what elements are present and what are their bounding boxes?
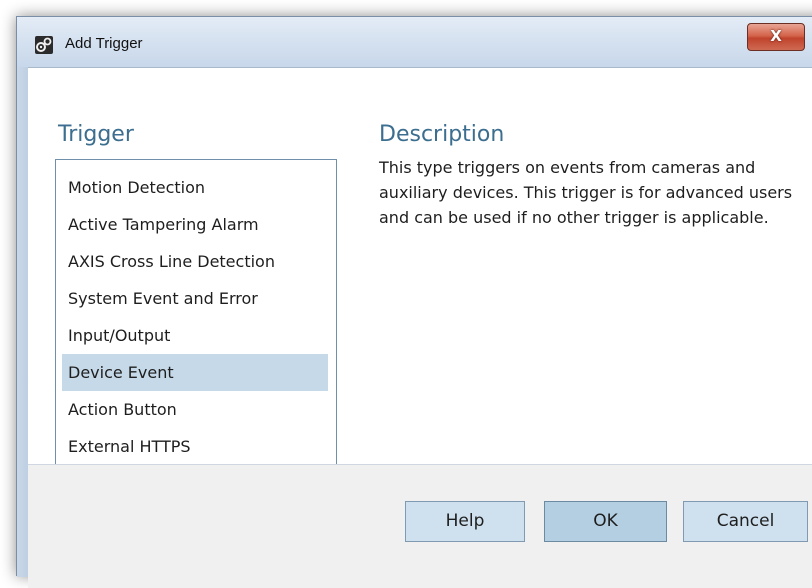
ok-button[interactable]: OK [544, 501, 667, 542]
trigger-list[interactable]: Motion Detection Active Tampering Alarm … [55, 159, 337, 475]
gears-icon [35, 36, 53, 54]
trigger-item-axis-cross-line-detection[interactable]: AXIS Cross Line Detection [56, 243, 336, 280]
trigger-item-system-event-and-error[interactable]: System Event and Error [56, 280, 336, 317]
dialog-content: Trigger Description Motion Detection Act… [28, 67, 812, 588]
dialog-window: Add Trigger X Trigger Description Motion… [16, 16, 812, 588]
cancel-button[interactable]: Cancel [683, 501, 808, 542]
description-text: This type triggers on events from camera… [379, 158, 793, 227]
title-bar[interactable]: Add Trigger X [17, 17, 812, 67]
description-heading: Description [379, 122, 505, 147]
trigger-item-device-event[interactable]: Device Event [62, 354, 328, 391]
trigger-item-action-button[interactable]: Action Button [56, 391, 336, 428]
trigger-heading: Trigger [58, 122, 134, 147]
dialog-footer: Help OK Cancel [28, 465, 812, 588]
help-button[interactable]: Help [405, 501, 525, 542]
trigger-item-external-https[interactable]: External HTTPS [56, 428, 336, 465]
trigger-item-input-output[interactable]: Input/Output [56, 317, 336, 354]
trigger-item-motion-detection[interactable]: Motion Detection [56, 169, 336, 206]
window-title: Add Trigger [65, 35, 143, 52]
close-button[interactable]: X [747, 23, 805, 51]
close-icon: X [770, 27, 782, 45]
trigger-item-active-tampering-alarm[interactable]: Active Tampering Alarm [56, 206, 336, 243]
window-border [17, 67, 28, 577]
